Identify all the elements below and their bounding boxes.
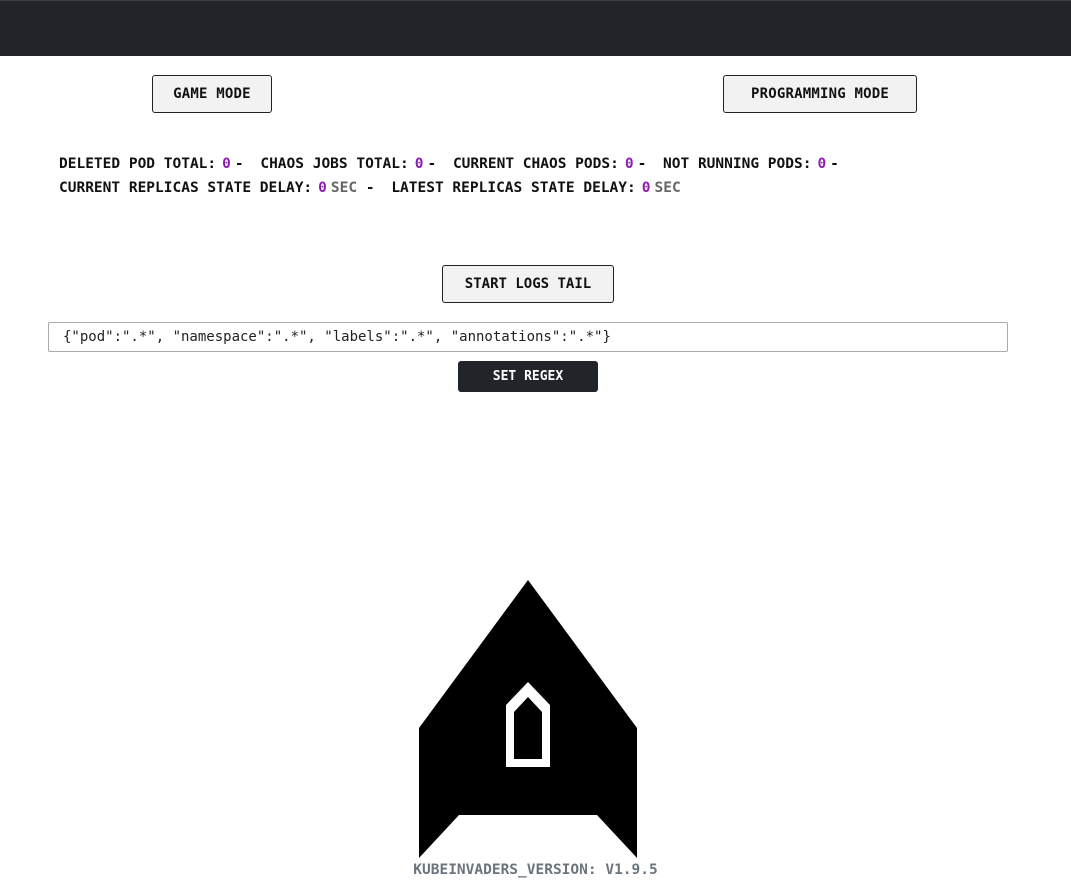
separator: - [830, 156, 839, 172]
stats-row-1: Deleted Pod Total: 0- Chaos Jobs Total: 0-… [59, 152, 1019, 176]
start-logs-tail-button[interactable]: Start Logs Tail [442, 265, 614, 303]
not-running-pods-label: Not Running Pods: [663, 156, 812, 172]
version-label: kubeinvaders_version: v1.9.5 [413, 862, 658, 878]
current-replicas-state-delay-unit: sec [330, 180, 358, 196]
deleted-pod-total-value: 0 [222, 156, 231, 172]
stats-row-2: Current Replicas State Delay: 0 sec - Late… [59, 176, 1019, 200]
current-chaos-pods-label: Current Chaos Pods: [452, 156, 619, 172]
cluster-stats: Deleted Pod Total: 0- Chaos Jobs Total: 0-… [59, 152, 1019, 200]
regex-input[interactable] [48, 322, 1008, 352]
programming-mode-button[interactable]: Programming Mode [723, 75, 917, 113]
latest-replicas-state-delay-value: 0 [641, 180, 651, 196]
deleted-pod-total-label: Deleted Pod Total: [59, 156, 217, 172]
top-navbar [0, 0, 1071, 56]
current-chaos-pods-value: 0 [624, 156, 634, 172]
not-running-pods-value: 0 [817, 156, 827, 172]
separator: - [365, 180, 375, 196]
chaos-jobs-total-value: 0 [414, 156, 424, 172]
current-replicas-state-delay-value: 0 [318, 180, 327, 196]
set-regex-button[interactable]: Set Regex [458, 361, 598, 392]
current-replicas-state-delay-label: Current Replicas State Delay: [59, 180, 313, 196]
separator: - [637, 156, 647, 172]
latest-replicas-state-delay-unit: sec [654, 180, 681, 196]
latest-replicas-state-delay-label: Latest Replicas State Delay: [391, 180, 636, 196]
spaceship-icon[interactable] [419, 580, 637, 860]
chaos-jobs-total-label: Chaos Jobs Total: [260, 156, 409, 172]
game-mode-button[interactable]: Game Mode [152, 75, 272, 113]
separator: - [427, 156, 437, 172]
separator: - [234, 156, 244, 172]
